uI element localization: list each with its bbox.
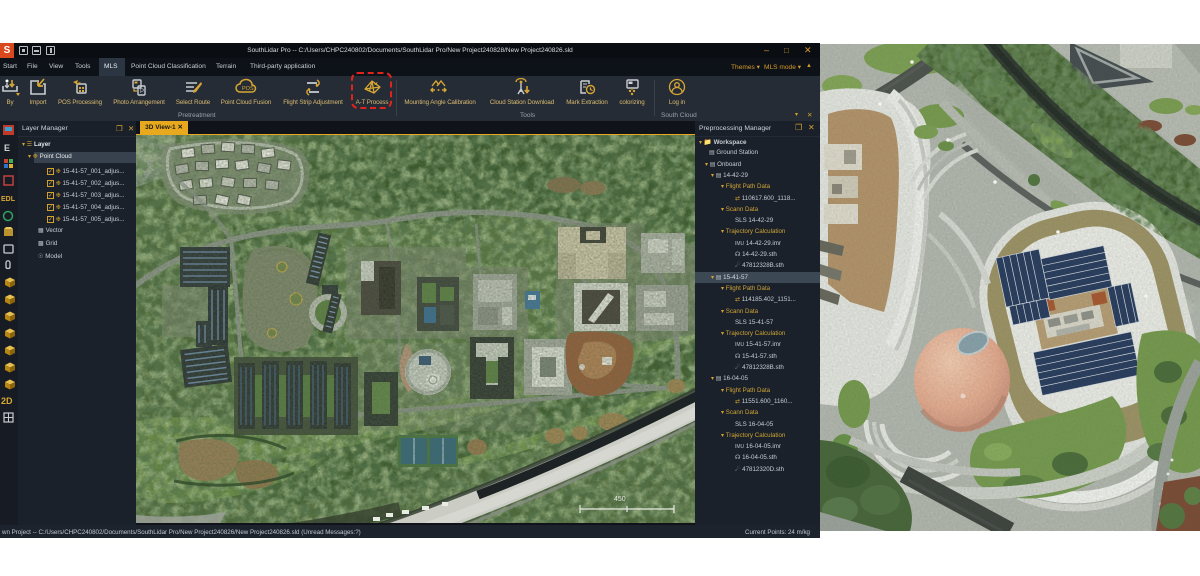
svg-text:P: P: [140, 89, 144, 95]
svg-text:EDL: EDL: [1, 196, 16, 203]
svg-text:E: E: [4, 143, 10, 153]
svg-text:2D: 2D: [1, 396, 13, 406]
svg-text:POS: POS: [242, 86, 254, 92]
svg-text:450: 450: [614, 496, 626, 503]
